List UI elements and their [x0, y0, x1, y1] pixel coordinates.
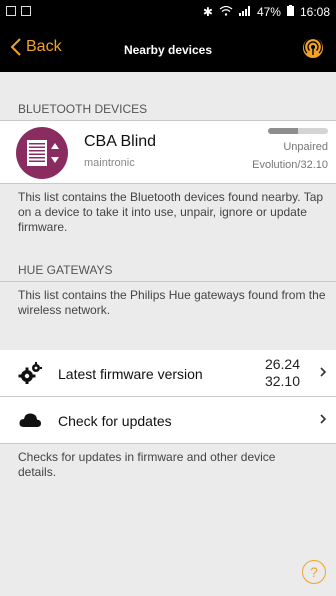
device-cba-blind[interactable]: CBA Blind maintronic Unpaired Evolution/… [0, 121, 336, 183]
firmware-version-2: 32.10 [264, 373, 300, 389]
divider [0, 183, 336, 184]
bluetooth-icon: ✱ [202, 5, 213, 19]
signal-strength-bar [268, 128, 328, 134]
updates-description: Checks for updates in firmware and other… [18, 450, 276, 479]
blind-device-icon [16, 127, 68, 179]
help-button[interactable]: ? [302, 560, 326, 584]
clipboard-icon [21, 6, 31, 16]
firmware-version-1: 26.24 [264, 356, 300, 372]
wifi-icon [219, 5, 233, 19]
device-name: CBA Blind [84, 133, 157, 150]
battery-percent: 47% [256, 5, 281, 19]
chevron-right-icon [320, 367, 327, 377]
pairing-status: Unpaired [283, 141, 328, 153]
bluetooth-header: BLUETOOTH DEVICES [18, 102, 148, 116]
device-firmware: Evolution/32.10 [252, 159, 328, 171]
divider [0, 443, 336, 444]
image-icon [6, 6, 16, 16]
broadcast-icon[interactable] [302, 37, 324, 59]
device-vendor: maintronic [84, 157, 135, 169]
hue-description: This list contains the Philips Hue gatew… [18, 288, 326, 317]
firmware-versions: 26.24 32.10 [265, 356, 300, 390]
clock: 16:08 [299, 5, 330, 19]
page-title: Nearby devices [123, 43, 213, 57]
gears-icon [18, 362, 42, 384]
latest-firmware-row[interactable]: Latest firmware version 26.24 32.10 [0, 350, 336, 396]
signal-icon [238, 5, 251, 19]
divider [0, 281, 336, 282]
cloud-icon [19, 413, 41, 427]
latest-firmware-label: Latest firmware version [58, 366, 203, 382]
check-updates-label: Check for updates [58, 413, 172, 429]
battery-icon [286, 5, 294, 19]
status-bar: ✱ 47% 16:08 [0, 0, 336, 26]
hue-header: HUE GATEWAYS [18, 263, 113, 277]
chevron-right-icon [320, 414, 327, 424]
check-updates-row[interactable]: Check for updates [0, 397, 336, 443]
bluetooth-description: This list contains the Bluetooth devices… [18, 190, 324, 234]
nav-bar: Back Nearby devices [0, 26, 336, 72]
